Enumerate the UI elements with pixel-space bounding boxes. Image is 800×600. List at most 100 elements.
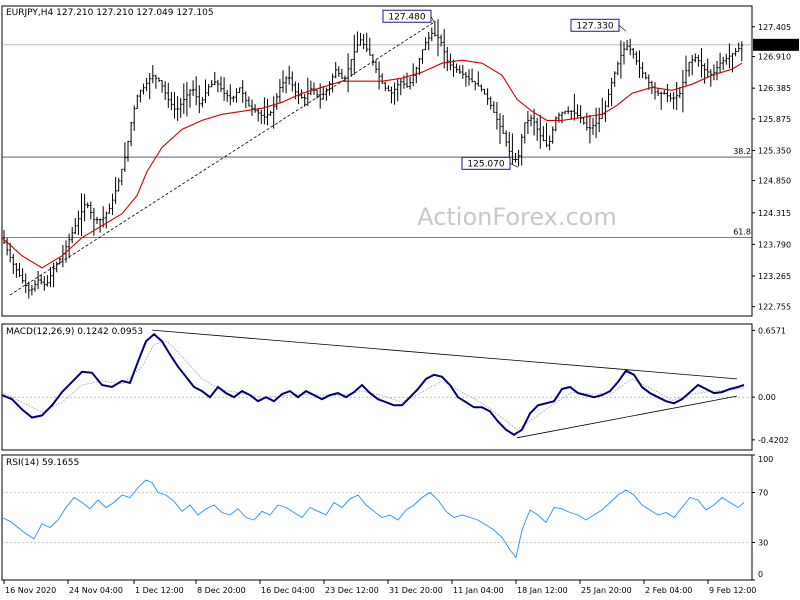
ohlc-bar	[504, 130, 508, 147]
ohlc-bar	[272, 96, 275, 129]
price-y-tick-label: 124.850	[758, 177, 791, 186]
x-tick-label: 1 Dec 12:00	[135, 586, 184, 595]
ohlc-bar	[160, 79, 164, 93]
ohlc-bar	[95, 216, 99, 224]
price-trendline	[9, 21, 435, 296]
ohlc-bar	[80, 193, 83, 237]
ohlc-bar	[554, 116, 558, 132]
ohlc-bar	[194, 76, 198, 106]
ohlc-bar	[377, 61, 381, 90]
ohlc-bar	[108, 203, 111, 214]
ohlc-bar	[390, 86, 393, 104]
ohlc-bar	[281, 70, 285, 93]
ohlc-bar	[334, 62, 337, 79]
ohlc-bar	[393, 82, 396, 105]
ohlc-bar	[148, 72, 151, 100]
ohlc-bar	[697, 54, 700, 67]
price-y-tick-label: 127.405	[758, 23, 791, 32]
ohlc-bar	[610, 77, 613, 107]
macd-y-tick-label: 0.6571	[758, 326, 786, 335]
ohlc-bar	[725, 53, 728, 65]
ohlc-bar	[114, 176, 117, 204]
price-annotation-leader	[509, 163, 519, 168]
ohlc-bar	[83, 193, 86, 222]
ohlc-bar	[213, 71, 217, 86]
ohlc-bar	[374, 60, 378, 74]
ohlc-bar	[548, 135, 551, 151]
price-y-tick-label: 123.265	[758, 272, 791, 281]
ohlc-bar	[210, 80, 213, 88]
ohlc-bar	[523, 122, 527, 144]
last-price-label: 127.105	[757, 41, 790, 50]
ohlc-bar	[263, 97, 266, 125]
ohlc-bar	[492, 101, 496, 113]
ohlc-bar	[563, 110, 567, 115]
ohlc-bar	[520, 133, 523, 166]
ohlc-bar	[678, 87, 682, 99]
ohlc-bar	[740, 41, 744, 62]
ohlc-bar	[477, 71, 480, 87]
ohlc-bar	[12, 253, 15, 275]
ohlc-bar	[371, 53, 375, 66]
ohlc-bar	[346, 53, 350, 93]
ohlc-bar	[415, 66, 418, 84]
ohlc-bar	[526, 111, 530, 134]
ohlc-bar	[43, 276, 46, 291]
ohlc-bar	[269, 110, 272, 116]
ohlc-bar	[362, 34, 365, 50]
ohlc-bar	[715, 61, 719, 81]
ohlc-bar	[201, 96, 204, 108]
ohlc-bar	[55, 261, 58, 273]
ohlc-bar	[551, 126, 554, 144]
ohlc-bar	[67, 233, 71, 259]
panel-frame-3	[1, 454, 753, 581]
ohlc-bar	[669, 92, 672, 102]
ohlc-bar	[328, 81, 331, 96]
ohlc-bar	[235, 88, 238, 103]
ohlc-bar	[452, 59, 455, 77]
ohlc-bar	[619, 40, 623, 79]
price-annotation-label: 125.070	[467, 159, 504, 169]
price-y-tick-label: 126.385	[758, 84, 791, 93]
ohlc-bar	[486, 88, 489, 105]
macd-y-tick-label: -0.4202	[758, 436, 789, 445]
ohlc-bar	[616, 61, 620, 76]
ohlc-bar	[632, 47, 635, 59]
ohlc-bar	[244, 91, 248, 109]
ohlc-bar	[421, 49, 424, 64]
ohlc-bar	[539, 114, 542, 149]
ohlc-bar	[2, 230, 6, 245]
ohlc-bar	[117, 177, 120, 192]
ohlc-bar	[70, 226, 74, 244]
ohlc-bar	[588, 114, 592, 144]
ohlc-bar	[86, 202, 89, 209]
ohlc-bar	[46, 275, 49, 287]
ohlc-bar	[291, 71, 294, 92]
ohlc-bar	[399, 78, 403, 96]
price-y-tick-label: 123.790	[758, 240, 791, 249]
ohlc-bar	[15, 262, 18, 278]
ohlc-bar	[384, 81, 387, 92]
ohlc-bar	[613, 71, 616, 87]
ohlc-bar	[157, 77, 161, 83]
ohlc-bar	[105, 211, 108, 229]
ohlc-bar	[337, 66, 341, 77]
ohlc-bar	[365, 32, 368, 53]
ohlc-bar	[145, 77, 148, 92]
ohlc-bar	[545, 123, 548, 148]
macd-header: MACD(12,26,9) 0.1242 0.0953	[6, 327, 143, 337]
ohlc-bar	[340, 68, 344, 79]
ohlc-bar	[405, 72, 409, 88]
ohlc-bar	[638, 50, 641, 78]
ohlc-bar	[179, 97, 182, 118]
price-annotation-leader	[618, 25, 627, 32]
ohlc-bar	[709, 69, 713, 87]
ohlc-bar	[467, 69, 471, 86]
ohlc-bar	[628, 38, 632, 56]
ohlc-bar	[260, 109, 263, 124]
price-y-tick-label: 122.755	[758, 303, 791, 312]
price-y-tick-label: 125.350	[758, 146, 791, 155]
ohlc-bar	[309, 80, 313, 96]
ohlc-bar	[597, 107, 601, 133]
ohlc-bar	[455, 63, 458, 73]
